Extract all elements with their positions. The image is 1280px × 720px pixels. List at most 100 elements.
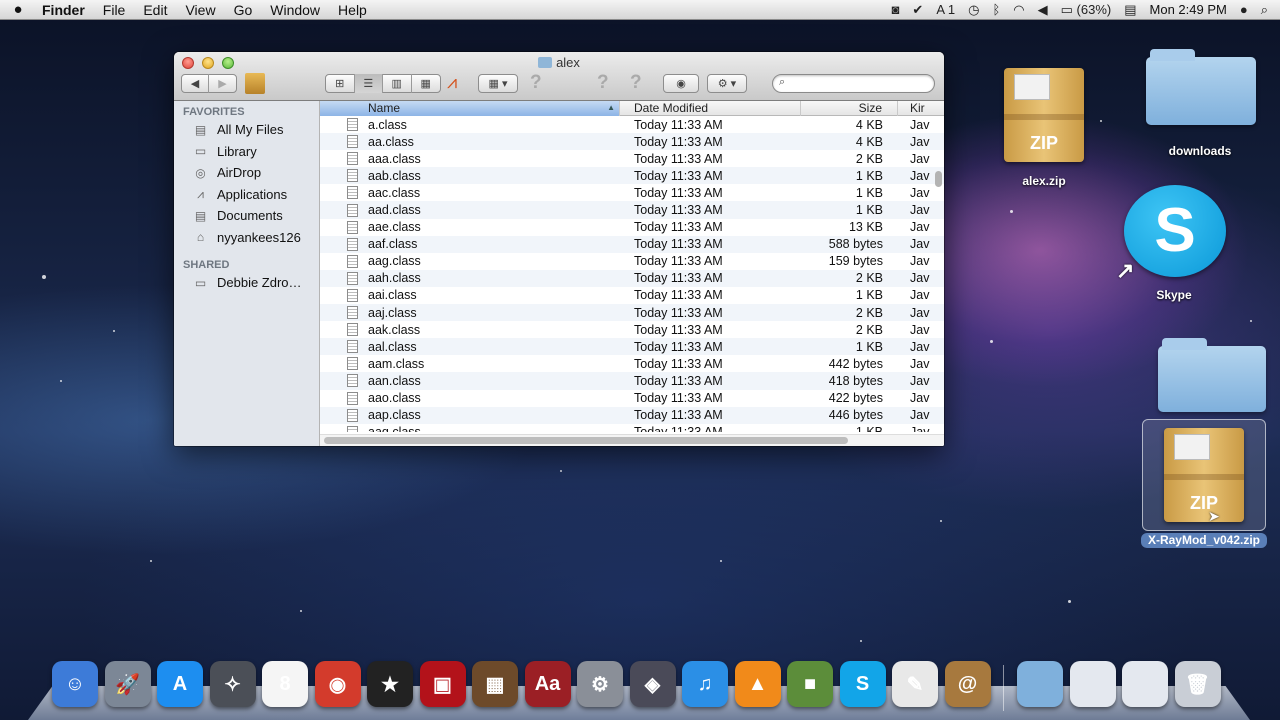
- window-titlebar[interactable]: alex ◀ ▶ ⊞ ☰ ▥ ▦ ⩘ ▦ ▾ ? ? ? ◉ ⚙ ▾ ⌕: [174, 52, 944, 101]
- dock-app-store-icon[interactable]: A: [157, 661, 203, 707]
- dock-safari-icon[interactable]: ✧: [209, 661, 256, 707]
- quick-look-button[interactable]: ◉: [663, 74, 699, 93]
- column-kind[interactable]: Kir: [898, 101, 944, 116]
- dock-chrome-icon[interactable]: ◉: [314, 661, 361, 707]
- arrange-button[interactable]: ▦ ▾: [478, 74, 518, 93]
- alex-zip-label[interactable]: alex.zip: [994, 174, 1094, 188]
- dock-photo-booth-icon[interactable]: ▣: [419, 661, 466, 707]
- apple-menu-icon[interactable]: ●: [0, 1, 36, 18]
- table-row[interactable]: aae.class Today 11:33 AM 13 KB Jav: [320, 219, 944, 236]
- dock-system-preferences-icon[interactable]: ⚙: [577, 661, 623, 707]
- sidebar-item-library[interactable]: ▭ Library: [174, 141, 319, 163]
- xray-zip-label[interactable]: X-RayMod_v042.zip: [1141, 533, 1267, 548]
- table-row[interactable]: aaa.class Today 11:33 AM 2 KB Jav: [320, 150, 944, 167]
- time-machine-icon[interactable]: ◷: [968, 2, 979, 18]
- dock-minecraft-icon[interactable]: ■: [787, 661, 833, 707]
- sidebar-item-shared-computer[interactable]: ▭ Debbie Zdro…: [174, 272, 319, 294]
- icon-view-button[interactable]: ⊞: [326, 74, 355, 93]
- dock-finder-icon[interactable]: ☺: [52, 661, 98, 707]
- table-row[interactable]: aag.class Today 11:33 AM 159 bytes Jav: [320, 253, 944, 270]
- downloads-folder-icon[interactable]: [1146, 49, 1256, 125]
- unknown-toolbar-icon-3[interactable]: ?: [630, 72, 642, 94]
- dock-documents-stack-icon[interactable]: [1069, 661, 1116, 707]
- menu-edit[interactable]: Edit: [134, 2, 176, 18]
- dock-iphoto-icon[interactable]: ▦: [472, 661, 518, 707]
- sidebar-item-airdrop[interactable]: ◎ AirDrop: [174, 162, 319, 184]
- checkmark-icon[interactable]: ✔: [912, 2, 923, 18]
- menu-file[interactable]: File: [94, 2, 135, 18]
- clock[interactable]: Mon 2:49 PM: [1150, 2, 1227, 17]
- table-row[interactable]: aad.class Today 11:33 AM 1 KB Jav: [320, 201, 944, 219]
- table-row[interactable]: aap.class Today 11:33 AM 446 bytes Jav: [320, 406, 944, 424]
- table-row[interactable]: aao.class Today 11:33 AM 422 bytes Jav: [320, 390, 944, 407]
- action-gear-button[interactable]: ⚙ ▾: [707, 74, 747, 93]
- table-row[interactable]: aac.class Today 11:33 AM 1 KB Jav: [320, 184, 944, 201]
- sidebar-item-all-my-files[interactable]: ▤ All My Files: [174, 119, 319, 141]
- screen-record-icon[interactable]: ◙: [892, 2, 900, 17]
- table-row[interactable]: aaq.class Today 11:33 AM1 KBJav: [320, 424, 944, 432]
- menu-window[interactable]: Window: [261, 2, 329, 18]
- unknown-toolbar-icon-1[interactable]: ?: [530, 72, 542, 94]
- menu-view[interactable]: View: [176, 2, 224, 18]
- dock-skype-icon[interactable]: S: [839, 661, 886, 707]
- table-row[interactable]: aah.class Today 11:33 AM 2 KB Jav: [320, 269, 944, 287]
- table-row[interactable]: aak.class Today 11:33 AM 2 KB Jav: [320, 321, 944, 338]
- cover-flow-button[interactable]: ▦: [412, 74, 440, 93]
- downloads-folder-label[interactable]: downloads: [1150, 144, 1250, 158]
- dock-downloads-stack-icon[interactable]: [1122, 661, 1168, 707]
- dock-itunes-icon[interactable]: ♫: [682, 661, 728, 707]
- table-row[interactable]: a.class Today 11:33 AM 4 KB Jav: [320, 116, 944, 133]
- table-row[interactable]: aai.class Today 11:33 AM 1 KB Jav: [320, 287, 944, 304]
- column-size[interactable]: Size: [801, 101, 898, 116]
- dock-vlc-icon[interactable]: ▲: [734, 661, 781, 707]
- list-view-button[interactable]: ☰: [354, 74, 383, 93]
- sidebar-item-documents[interactable]: ▤ Documents: [174, 205, 319, 227]
- dock-applications-stack-icon[interactable]: [1017, 661, 1063, 707]
- volume-icon[interactable]: ◀: [1038, 2, 1048, 18]
- battery-icon[interactable]: ▭ (63%): [1061, 2, 1112, 18]
- spotlight-icon[interactable]: ⌕: [1261, 2, 1268, 18]
- dock-calendar-icon[interactable]: 8: [262, 661, 308, 707]
- forward-button[interactable]: ▶: [209, 74, 236, 93]
- applications-toolbar-icon[interactable]: ⩘: [447, 72, 457, 93]
- skype-alias-label[interactable]: Skype: [1124, 288, 1224, 302]
- flag-icon[interactable]: ▤: [1124, 2, 1136, 18]
- dock-trash-icon[interactable]: 🗑: [1174, 661, 1221, 707]
- menu-help[interactable]: Help: [329, 2, 376, 18]
- menu-finder[interactable]: Finder: [36, 2, 94, 18]
- column-name[interactable]: Name ▲: [320, 101, 620, 116]
- dock-address-book-icon[interactable]: @: [944, 661, 991, 707]
- wifi-icon[interactable]: ◠: [1013, 2, 1024, 18]
- column-date-modified[interactable]: Date Modified: [620, 101, 801, 116]
- dock-dictionary-icon[interactable]: Aa: [524, 661, 571, 707]
- table-row[interactable]: aam.class Today 11:33 AM 442 bytes Jav: [320, 355, 944, 372]
- sidebar-item-home[interactable]: ⌂ nyyankees126: [174, 227, 319, 249]
- archive-icon[interactable]: [245, 73, 265, 94]
- folder-icon[interactable]: [1158, 338, 1266, 412]
- alias-arrow-icon: ↗: [1116, 258, 1135, 283]
- app-store-status-icon[interactable]: A 1: [936, 2, 955, 17]
- dock-dvd-player-icon[interactable]: ◈: [629, 661, 676, 707]
- table-row[interactable]: aaj.class Today 11:33 AM 2 KB Jav: [320, 304, 944, 322]
- dock-textedit-icon[interactable]: ✎: [892, 661, 938, 707]
- table-row[interactable]: aan.class Today 11:33 AM 418 bytes Jav: [320, 372, 944, 390]
- dock-launchpad-icon[interactable]: 🚀: [104, 661, 151, 707]
- back-button[interactable]: ◀: [182, 74, 210, 93]
- xray-zip-file-icon[interactable]: ZIP: [1164, 428, 1244, 522]
- menu-go[interactable]: Go: [225, 2, 262, 18]
- user-icon[interactable]: ●: [1240, 2, 1248, 17]
- table-row[interactable]: aal.class Today 11:33 AM 1 KB Jav: [320, 338, 944, 356]
- horizontal-scrollbar[interactable]: [324, 437, 848, 444]
- alex-zip-file-icon[interactable]: ZIP: [1004, 68, 1084, 162]
- column-view-button[interactable]: ▥: [383, 74, 412, 93]
- table-row[interactable]: aa.class Today 11:33 AM 4 KB Jav: [320, 133, 944, 151]
- sidebar-item-applications[interactable]: ⩘ Applications: [174, 184, 319, 206]
- dock-imovie-icon[interactable]: ★: [367, 661, 413, 707]
- vertical-scrollbar[interactable]: [935, 171, 942, 187]
- skype-alias-icon[interactable]: S: [1124, 185, 1226, 277]
- unknown-toolbar-icon-2[interactable]: ?: [597, 72, 609, 94]
- table-row[interactable]: aab.class Today 11:33 AM 1 KB Jav: [320, 167, 944, 185]
- search-input[interactable]: ⌕: [772, 74, 935, 93]
- bluetooth-icon[interactable]: ᛒ: [992, 2, 1000, 17]
- table-row[interactable]: aaf.class Today 11:33 AM 588 bytes Jav: [320, 235, 944, 253]
